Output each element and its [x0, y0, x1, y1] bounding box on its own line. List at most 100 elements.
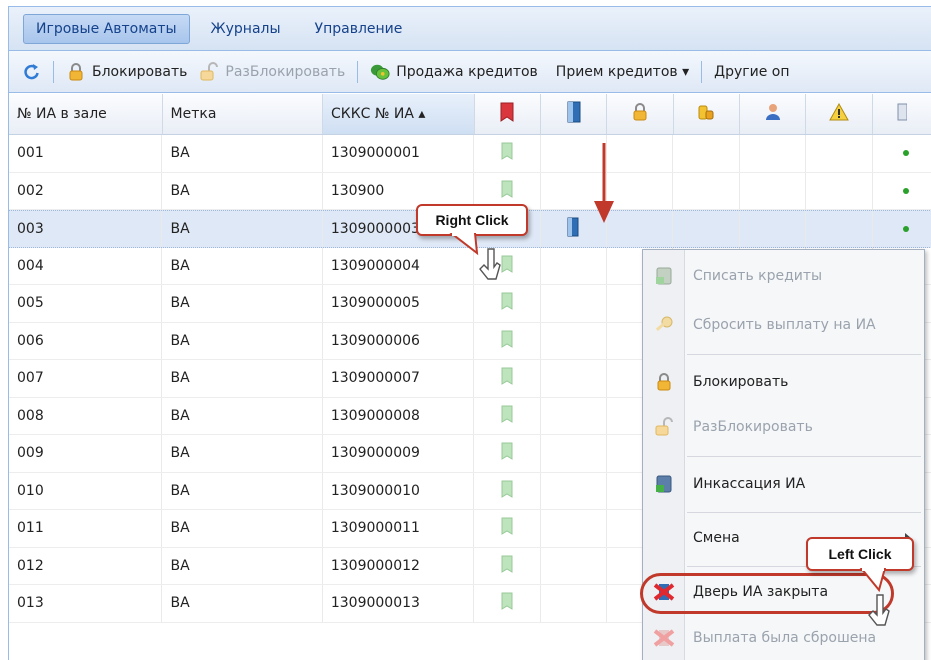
- cell-coins: [673, 135, 740, 172]
- cell-skks: 1309000010: [323, 472, 475, 509]
- cell-skks: 1309000012: [323, 547, 475, 584]
- cell-number: 012: [9, 547, 163, 584]
- menu-item-collection[interactable]: Инкассация ИА: [643, 464, 926, 504]
- cell-door: [541, 472, 607, 509]
- tab-management[interactable]: Управление: [302, 14, 416, 44]
- tab-slot-machines[interactable]: Игровые Автоматы: [23, 13, 190, 44]
- highlight-oval: [640, 573, 894, 614]
- bookmark-green-icon: [501, 142, 513, 164]
- cell-number: 006: [9, 322, 163, 359]
- unlock-icon: [199, 61, 219, 82]
- cell-tag: BA: [162, 135, 323, 172]
- menu-item-lock[interactable]: Блокировать: [643, 362, 926, 402]
- column-header-user[interactable]: [740, 94, 807, 134]
- right-click-label: Right Click: [435, 212, 509, 228]
- lock-button[interactable]: Блокировать: [60, 58, 193, 86]
- bookmark-green-icon: [501, 330, 513, 352]
- cell-tag: BA: [162, 247, 323, 284]
- cell-user: [740, 172, 807, 209]
- bookmark-green-icon: [501, 405, 513, 427]
- column-header-door[interactable]: [541, 94, 608, 134]
- annotation-arrow: [594, 143, 614, 223]
- callout-pointer: [859, 568, 887, 593]
- cell-skks: 1309000013: [323, 585, 475, 622]
- user-icon: [763, 102, 783, 126]
- right-click-callout: Right Click: [416, 204, 528, 236]
- cell-bookmark: [474, 360, 541, 397]
- menu-item-write-off-credits[interactable]: Списать кредиты: [643, 256, 926, 296]
- payout-reset-x-icon: [643, 628, 685, 648]
- cell-tag: BA: [162, 547, 323, 584]
- main-tabbar: Игровые Автоматы Журналы Управление: [9, 7, 931, 51]
- column-header-coins[interactable]: [674, 94, 740, 134]
- coins-icon: [696, 102, 716, 126]
- cell-skks: 1309000001: [323, 135, 475, 172]
- left-click-callout: Left Click: [806, 537, 914, 571]
- unlock-button[interactable]: РазБлокировать: [193, 58, 351, 86]
- cell-number: 011: [9, 510, 163, 547]
- cash-register-icon: [643, 266, 685, 286]
- column-header-bookmark[interactable]: [475, 94, 541, 134]
- sell-credits-button[interactable]: Продажа кредитов: [364, 58, 544, 86]
- cell-tag: BA: [162, 397, 323, 434]
- cell-door: [541, 360, 607, 397]
- cell-bookmark: [474, 510, 541, 547]
- column-header-skks[interactable]: СККС № ИА ▴: [323, 94, 475, 134]
- column-header-warning[interactable]: [806, 94, 873, 134]
- cell-status: [873, 211, 931, 247]
- cell-skks: 1309000007: [323, 360, 475, 397]
- door-open-icon: [567, 217, 579, 241]
- cell-user: [740, 135, 807, 172]
- cell-warning: [806, 135, 873, 172]
- status-dot: [902, 187, 909, 194]
- cell-door: [541, 435, 607, 472]
- cell-door: [541, 547, 607, 584]
- cell-bookmark: [474, 472, 541, 509]
- lock-icon: [66, 62, 86, 82]
- cell-tag: BA: [162, 472, 323, 509]
- bookmark-green-icon: [501, 442, 513, 464]
- left-click-label: Left Click: [828, 546, 892, 562]
- table-row[interactable]: 001 BA 1309000001: [9, 135, 931, 173]
- sell-credits-label: Продажа кредитов: [396, 63, 538, 80]
- cell-door: [541, 247, 607, 284]
- cell-bookmark: [474, 435, 541, 472]
- status-dot: [902, 225, 909, 232]
- door-icon: [567, 101, 581, 127]
- column-header-more[interactable]: [873, 94, 931, 134]
- bookmark-green-icon: [501, 592, 513, 614]
- cell-tag: BA: [162, 322, 323, 359]
- cell-number: 013: [9, 585, 163, 622]
- column-header-lock[interactable]: [607, 94, 674, 134]
- menu-item-unlock[interactable]: РазБлокировать: [643, 407, 926, 447]
- cell-number: 010: [9, 472, 163, 509]
- cell-bookmark: [474, 585, 541, 622]
- menu-separator: [687, 456, 921, 457]
- column-header-tag[interactable]: Метка: [163, 94, 323, 134]
- cell-number: 007: [9, 360, 163, 397]
- refresh-button[interactable]: [15, 58, 47, 86]
- cell-door: [541, 585, 607, 622]
- cell-tag: BA: [162, 585, 323, 622]
- tab-journals[interactable]: Журналы: [198, 14, 294, 44]
- bookmark-green-icon: [501, 517, 513, 539]
- cell-door: [541, 397, 607, 434]
- cell-skks: 1309000008: [323, 397, 475, 434]
- cell-tag: BA: [162, 211, 323, 247]
- menu-item-reset-payout[interactable]: Сбросить выплату на ИА: [643, 305, 926, 345]
- cell-skks: 1309000011: [323, 510, 475, 547]
- receive-credits-button[interactable]: Прием кредитов ▾: [550, 58, 695, 86]
- unlock-button-label: РазБлокировать: [225, 63, 346, 80]
- toolbar-separator: [701, 60, 703, 83]
- other-operations-button[interactable]: Другие оп: [708, 58, 795, 86]
- cell-number: 009: [9, 435, 163, 472]
- key-icon: [643, 315, 685, 335]
- receive-credits-label: Прием кредитов ▾: [555, 63, 690, 80]
- column-header-number[interactable]: № ИА в зале: [9, 94, 163, 134]
- lock-button-label: Блокировать: [92, 63, 188, 80]
- bookmark-green-icon: [501, 180, 513, 202]
- lock-icon: [643, 372, 685, 392]
- bookmark-red-icon: [500, 102, 514, 126]
- cell-bookmark: [474, 135, 541, 172]
- cell-door: [541, 322, 607, 359]
